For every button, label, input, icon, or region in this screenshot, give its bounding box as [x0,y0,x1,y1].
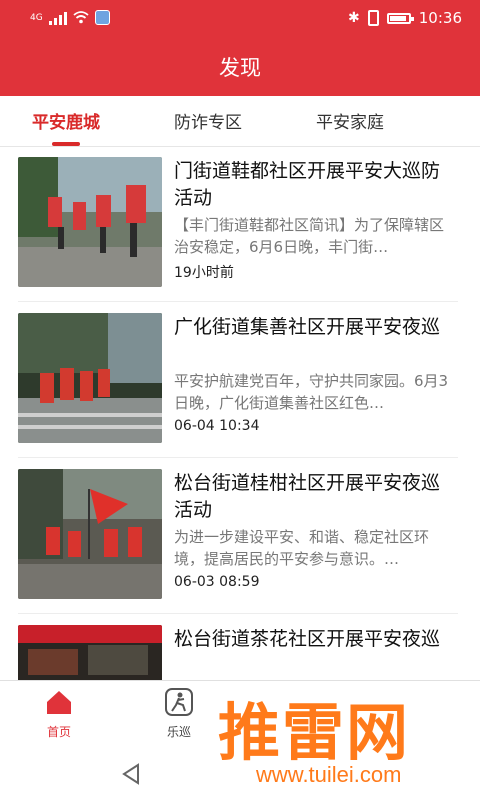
network-type: 4G [30,12,43,23]
watermark-text: 推雷网 [218,696,411,769]
status-time: 10:36 [418,9,462,27]
status-bar: 4G ✱ 10:36 [0,0,480,38]
wifi-icon [73,11,89,24]
article-list[interactable]: 门街道鞋都社区开展平安大巡防活动 【丰门街道鞋都社区简讯】为了保障辖区治安稳定，… [0,146,480,680]
watermark: 推雷网 www.tuilei.com [212,682,480,800]
tab-label: 平安家庭 [316,113,384,133]
battery-icon [386,12,414,24]
article-time: 06-03 08:59 [174,574,260,590]
article-item[interactable]: 松台街道茶花社区开展平安夜巡 [18,614,458,680]
article-time: 19小时前 [174,265,234,281]
article-snippet: 【丰门街道鞋都社区简讯】为了保障辖区治安稳定，6月6日晚，丰门街… [174,216,445,256]
article-title: 广化街道集善社区开展平安夜巡 [174,316,441,338]
patrol-icon [165,688,193,716]
status-left: 4G [30,10,110,25]
nav-home-label: 首页 [46,725,71,739]
article-snippet: 平安护航建党百年，守护共同家园。6月3日晚，广化街道集善社区红色… [174,372,449,412]
tab-pingan-lucheng[interactable]: 平安鹿城 [32,108,100,146]
app-bar: 发现 [0,38,480,96]
nav-lexun[interactable]: 乐巡 [144,687,214,740]
article-title: 门街道鞋都社区开展平安大巡防活动 [174,160,441,209]
signal-icon [48,11,67,25]
article-thumbnail [18,625,162,680]
vibrate-icon [367,10,379,26]
tab-label: 平安鹿城 [32,113,100,133]
tab-fangzha-zhuanqu[interactable]: 防诈专区 [174,108,242,133]
article-item[interactable]: 松台街道桂柑社区开展平安夜巡活动 为进一步建设平安、和谐、稳定社区环境，提高居民… [18,458,458,614]
tab-pingan-jiating[interactable]: 平安家庭 [316,108,384,133]
category-tabs: 平安鹿城 防诈专区 平安家庭 [0,96,480,147]
article-thumbnail [18,469,162,599]
article-title: 松台街道桂柑社区开展平安夜巡活动 [174,472,441,521]
article-thumbnail [18,157,162,287]
bluetooth-icon: ✱ [348,10,360,26]
page-title: 发现 [219,56,261,80]
article-item[interactable]: 广化街道集善社区开展平安夜巡 平安护航建党百年，守护共同家园。6月3日晚，广化街… [18,302,458,458]
nav-lexun-label: 乐巡 [166,725,191,739]
nav-home[interactable]: 首页 [24,687,94,740]
article-thumbnail [18,313,162,443]
tab-label: 防诈专区 [174,113,242,133]
status-right: ✱ 10:36 [348,9,462,27]
home-icon [47,691,71,714]
article-title: 松台街道茶花社区开展平安夜巡 [174,628,441,650]
watermark-url: www.tuilei.com [256,762,402,787]
article-time: 06-04 10:34 [174,418,260,434]
app-notification-icon [94,10,110,25]
back-icon[interactable] [120,762,142,786]
article-item[interactable]: 门街道鞋都社区开展平安大巡防活动 【丰门街道鞋都社区简讯】为了保障辖区治安稳定，… [18,146,458,302]
article-snippet: 为进一步建设平安、和谐、稳定社区环境，提高居民的平安参与意识。… [174,528,430,568]
